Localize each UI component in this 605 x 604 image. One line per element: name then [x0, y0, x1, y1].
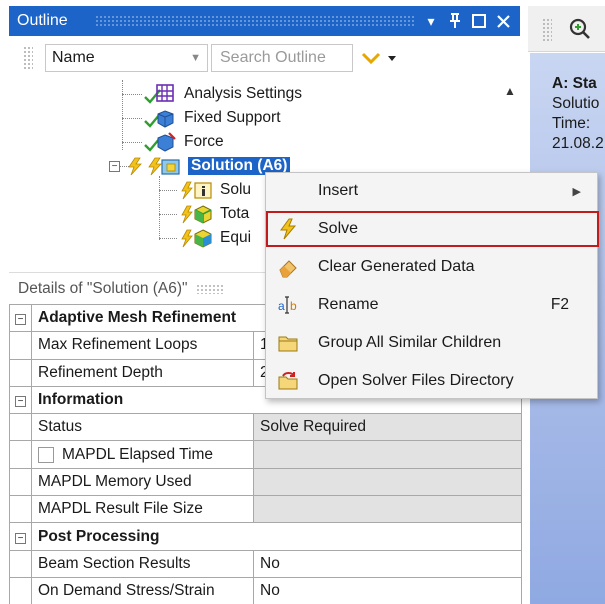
- solution-information-icon: [181, 181, 212, 200]
- force-icon: [144, 132, 176, 152]
- maximize-icon[interactable]: [470, 12, 488, 30]
- details-value[interactable]: No: [253, 549, 522, 578]
- analysis-info-line: 21.08.2: [552, 135, 604, 152]
- details-key: MAPDL Elapsed Time: [62, 445, 214, 463]
- tree-item-label: Tota: [220, 205, 250, 222]
- solution-icon: [128, 157, 180, 176]
- outline-title-bar: Outline ▾: [9, 6, 520, 36]
- tree-item-total-deformation[interactable]: Tota: [179, 202, 249, 226]
- pin-icon[interactable]: [446, 12, 464, 30]
- menu-item-group-all-similar-children[interactable]: Group All Similar Children: [266, 325, 599, 361]
- rename-icon: ab: [276, 293, 300, 317]
- details-key: On Demand Stress/Strain: [31, 576, 254, 604]
- tree-item-label: Equi: [220, 229, 252, 246]
- details-row-mapdl-elapsed-time[interactable]: MAPDL Elapsed Time: [9, 440, 522, 469]
- tree-item-label: Solu: [220, 181, 252, 198]
- toolbar-grip[interactable]: [23, 46, 33, 70]
- open-folder-icon: [276, 369, 300, 393]
- close-icon[interactable]: [494, 12, 512, 30]
- details-header-grip[interactable]: [195, 283, 224, 294]
- folder-icon: [276, 331, 300, 355]
- filter-select-value: Name: [52, 49, 95, 66]
- menu-item-label: Solve: [318, 220, 359, 237]
- tree-item-fixed-support[interactable]: Fixed Support: [143, 106, 281, 130]
- menu-item-label: Clear Generated Data: [318, 258, 475, 275]
- tree-item-label: Fixed Support: [184, 109, 281, 126]
- menu-item-clear-generated-data[interactable]: Clear Generated Data: [266, 249, 599, 285]
- tree-collapse-toggle[interactable]: −: [109, 161, 120, 172]
- details-value: Solve Required: [253, 413, 522, 442]
- details-value[interactable]: No: [253, 576, 522, 604]
- search-outline-input[interactable]: [211, 44, 353, 72]
- details-key: MAPDL Result File Size: [31, 495, 254, 524]
- details-value: [253, 495, 522, 524]
- analysis-title: A: Sta: [552, 75, 597, 92]
- menu-item-label: Open Solver Files Directory: [318, 372, 514, 389]
- fixed-support-icon: [144, 110, 174, 128]
- title-bar-grip[interactable]: [95, 15, 416, 27]
- details-key: Max Refinement Loops: [31, 331, 254, 360]
- context-menu: Insert ▶ Solve Clear Generated Data ab R…: [265, 172, 599, 399]
- menu-item-rename[interactable]: ab Rename F2: [266, 287, 599, 323]
- toolbar-grip[interactable]: [542, 18, 552, 42]
- tree-item-equivalent-stress[interactable]: Equi: [179, 226, 251, 250]
- solve-lightning-icon: [276, 217, 300, 241]
- graphics-toolbar: [528, 6, 605, 52]
- menu-item-solve[interactable]: Solve: [266, 211, 599, 247]
- details-row-mapdl-result-file-size[interactable]: MAPDL Result File Size: [9, 495, 522, 524]
- dropdown-arrow-icon: [388, 56, 396, 61]
- details-row-on-demand-stress-strain[interactable]: On Demand Stress/Strain No: [9, 576, 522, 604]
- section-collapse-icon[interactable]: −: [15, 532, 26, 544]
- equivalent-stress-icon: [181, 229, 212, 248]
- zoom-icon[interactable]: [568, 17, 592, 41]
- svg-text:b: b: [290, 299, 297, 313]
- menu-item-shortcut: F2: [550, 296, 569, 313]
- search-options-button[interactable]: [361, 52, 397, 64]
- outline-title: Outline: [17, 12, 68, 29]
- menu-item-label: Group All Similar Children: [318, 334, 502, 351]
- details-value: [253, 467, 522, 497]
- details-key: Beam Section Results: [31, 549, 254, 578]
- panel-menu-dropdown-icon[interactable]: ▾: [422, 12, 440, 30]
- outline-toolbar: Name ▼: [9, 40, 520, 76]
- analysis-settings-icon: [144, 84, 174, 104]
- section-collapse-icon[interactable]: −: [15, 314, 26, 326]
- details-row-mapdl-memory-used[interactable]: MAPDL Memory Used: [9, 467, 522, 497]
- tree-item-solution-information[interactable]: Solu: [179, 178, 251, 202]
- tree-item-analysis-settings[interactable]: Analysis Settings: [143, 82, 302, 106]
- tree-item-force[interactable]: Force: [143, 130, 224, 154]
- menu-item-label: Insert: [318, 182, 359, 199]
- filter-select[interactable]: Name ▼: [45, 44, 208, 72]
- analysis-info-line: Time:: [552, 115, 591, 132]
- menu-item-insert[interactable]: Insert ▶: [266, 173, 599, 209]
- svg-text:a: a: [278, 299, 285, 313]
- tree-item-label: Force: [184, 133, 224, 150]
- menu-item-label: Rename: [318, 296, 379, 313]
- details-key: MAPDL Memory Used: [31, 467, 254, 497]
- details-key: Refinement Depth: [31, 358, 254, 387]
- section-label: Post Processing: [31, 522, 522, 551]
- tree-item-label: Analysis Settings: [184, 85, 303, 102]
- analysis-info-line: Solutio: [552, 95, 600, 112]
- eraser-icon: [276, 255, 300, 279]
- details-row-status[interactable]: Status Solve Required: [9, 413, 522, 442]
- details-panel-title: Details of "Solution (A6)": [18, 279, 188, 297]
- parameter-checkbox[interactable]: [38, 446, 54, 463]
- scroll-up-arrow-icon[interactable]: ▲: [504, 84, 516, 98]
- details-row-beam-section-results[interactable]: Beam Section Results No: [9, 549, 522, 578]
- chevron-down-icon: [361, 52, 381, 64]
- total-deformation-icon: [181, 205, 212, 224]
- details-value: [253, 440, 522, 469]
- details-section-post-processing[interactable]: − Post Processing: [9, 522, 522, 551]
- submenu-arrow-icon: ▶: [572, 185, 581, 198]
- section-collapse-icon[interactable]: −: [15, 396, 26, 408]
- chevron-down-icon: ▼: [190, 52, 201, 64]
- menu-item-open-solver-files-directory[interactable]: Open Solver Files Directory: [266, 363, 599, 399]
- details-key: Status: [31, 413, 254, 442]
